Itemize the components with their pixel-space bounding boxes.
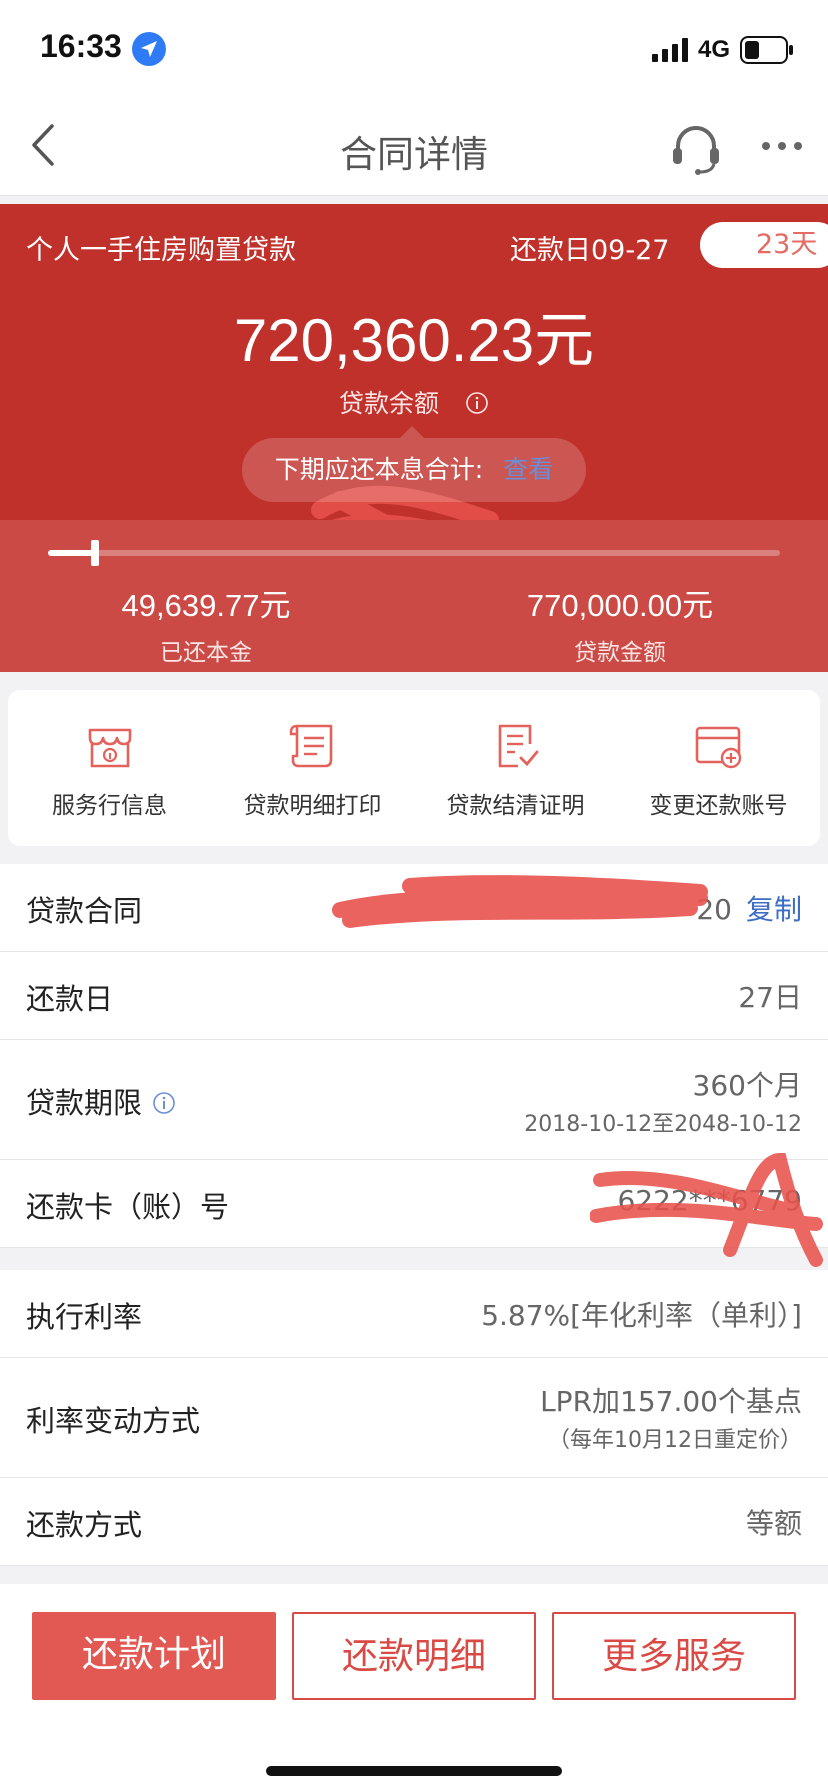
method-label: 还款方式 (26, 1508, 143, 1542)
service-change-account[interactable]: 变更还款账号 (617, 690, 820, 846)
repaid-principal-label: 已还本金 (160, 640, 252, 666)
view-next-due-link[interactable]: 查看 (503, 455, 553, 484)
print-scroll-icon (289, 724, 332, 768)
loan-progress-section: 49,639.77元 已还本金 770,000.00元 贷款金额 (0, 520, 828, 672)
repayment-progress-bar (48, 540, 780, 566)
loan-summary-header: 个人一手住房购置贷款 还款日09-27 23天 720,360.23元 贷款余额… (0, 204, 828, 579)
service-label: 变更还款账号 (649, 793, 788, 819)
next-due-label: 下期应还本息合计: (274, 455, 484, 484)
loan-amount-value: 770,000.00元 (526, 588, 714, 623)
service-label: 贷款明细打印 (243, 793, 382, 819)
interest-rate-row: 执行利率 5.87%[年化利率（单利）] (0, 1270, 828, 1358)
rate-change-label: 利率变动方式 (26, 1404, 201, 1438)
balance-label-row: 贷款余额 (0, 384, 828, 420)
repay-date: 还款日09-27 (510, 235, 670, 266)
services-card: 服务行信息 贷款明细打印 贷款结清证明 变更还款账号 (8, 690, 820, 846)
term-range: 2018-10-12至2048-10-12 (524, 1112, 802, 1137)
loan-term-row: 贷款期限 360个月 2018-10-12至2048-10-12 (0, 1040, 828, 1160)
signal-icon (652, 38, 688, 62)
more-icon[interactable] (760, 136, 804, 156)
home-indicator (266, 1766, 562, 1776)
rate-change-row: 利率变动方式 LPR加157.00个基点 （每年10月12日重定价） (0, 1358, 828, 1478)
headset-icon[interactable] (668, 120, 724, 176)
certificate-check-icon (498, 724, 538, 768)
repay-day-label: 还款日 (26, 982, 114, 1016)
service-label: 贷款结清证明 (446, 793, 585, 819)
repaid-principal-block: 49,639.77元 已还本金 (56, 580, 356, 667)
repayment-detail-button[interactable]: 还款明细 (292, 1612, 536, 1700)
repay-card-row: 还款卡（账）号 6222***6779 (0, 1152, 828, 1267)
contract-detail-list: 贷款合同 20 复制 还款日 27日 贷款期限 360个月 2018-10-12至… (0, 864, 828, 1566)
contract-label: 贷款合同 (26, 894, 143, 928)
days-left-badge: 23天 (700, 222, 828, 268)
repay-day-value: 27日 (738, 981, 802, 1014)
loan-type: 个人一手住房购置贷款 (26, 235, 296, 266)
status-bar: 16:33 4G (0, 0, 828, 96)
method-value: 等额 (745, 1507, 802, 1540)
card-label: 还款卡（账）号 (26, 1190, 230, 1224)
card-value: 6222***6779 (617, 1184, 802, 1217)
loan-amount-label: 贷款金额 (574, 640, 666, 666)
rate-label: 执行利率 (26, 1300, 143, 1334)
battery-icon (740, 36, 793, 64)
repay-day-row: 还款日 27日 (0, 952, 828, 1040)
redaction-scribble (332, 875, 708, 928)
progress-handle (91, 540, 99, 566)
copy-contract-button[interactable]: 复制 (746, 893, 802, 926)
bank-info-icon (88, 728, 131, 768)
status-time: 16:33 (40, 28, 122, 64)
progress-fill (48, 550, 95, 556)
contract-number-row: 贷款合同 20 复制 (0, 864, 828, 952)
rate-value: 5.87%[年化利率（单利）] (481, 1299, 802, 1332)
nav-bar: 合同详情 (0, 96, 828, 196)
network-label: 4G (698, 36, 731, 63)
bottom-action-bar: 还款计划 还款明细 更多服务 (0, 1584, 828, 1792)
service-bank-info[interactable]: 服务行信息 (8, 690, 211, 846)
more-services-button[interactable]: 更多服务 (552, 1612, 796, 1700)
loan-amount-block: 770,000.00元 贷款金额 (470, 580, 770, 667)
info-icon[interactable] (465, 391, 489, 415)
service-print-details[interactable]: 贷款明细打印 (211, 690, 414, 846)
repay-method-row: 还款方式 等额 (0, 1478, 828, 1566)
term-label-group: 贷款期限 (26, 1080, 176, 1122)
card-add-icon (695, 726, 741, 769)
location-arrow-icon (132, 32, 166, 66)
next-due-pill: 下期应还本息合计: 查看 (242, 426, 586, 502)
term-label: 贷款期限 (26, 1086, 143, 1120)
rate-change-value: LPR加157.00个基点 (540, 1385, 802, 1418)
contract-value-group: 20 复制 (696, 888, 802, 928)
service-settlement-certificate[interactable]: 贷款结清证明 (414, 690, 617, 846)
service-label: 服务行信息 (52, 793, 167, 819)
section-gap (0, 1248, 828, 1270)
loan-balance: 720,360.23元 (233, 307, 595, 374)
contract-number: 20 (696, 893, 732, 926)
repayment-plan-button[interactable]: 还款计划 (32, 1612, 276, 1700)
balance-label: 贷款余额 (339, 389, 440, 418)
term-value: 360个月 (692, 1069, 802, 1102)
rate-change-note: （每年10月12日重定价） (548, 1428, 802, 1453)
repaid-principal-value: 49,639.77元 (121, 588, 291, 623)
info-icon[interactable] (152, 1091, 176, 1115)
